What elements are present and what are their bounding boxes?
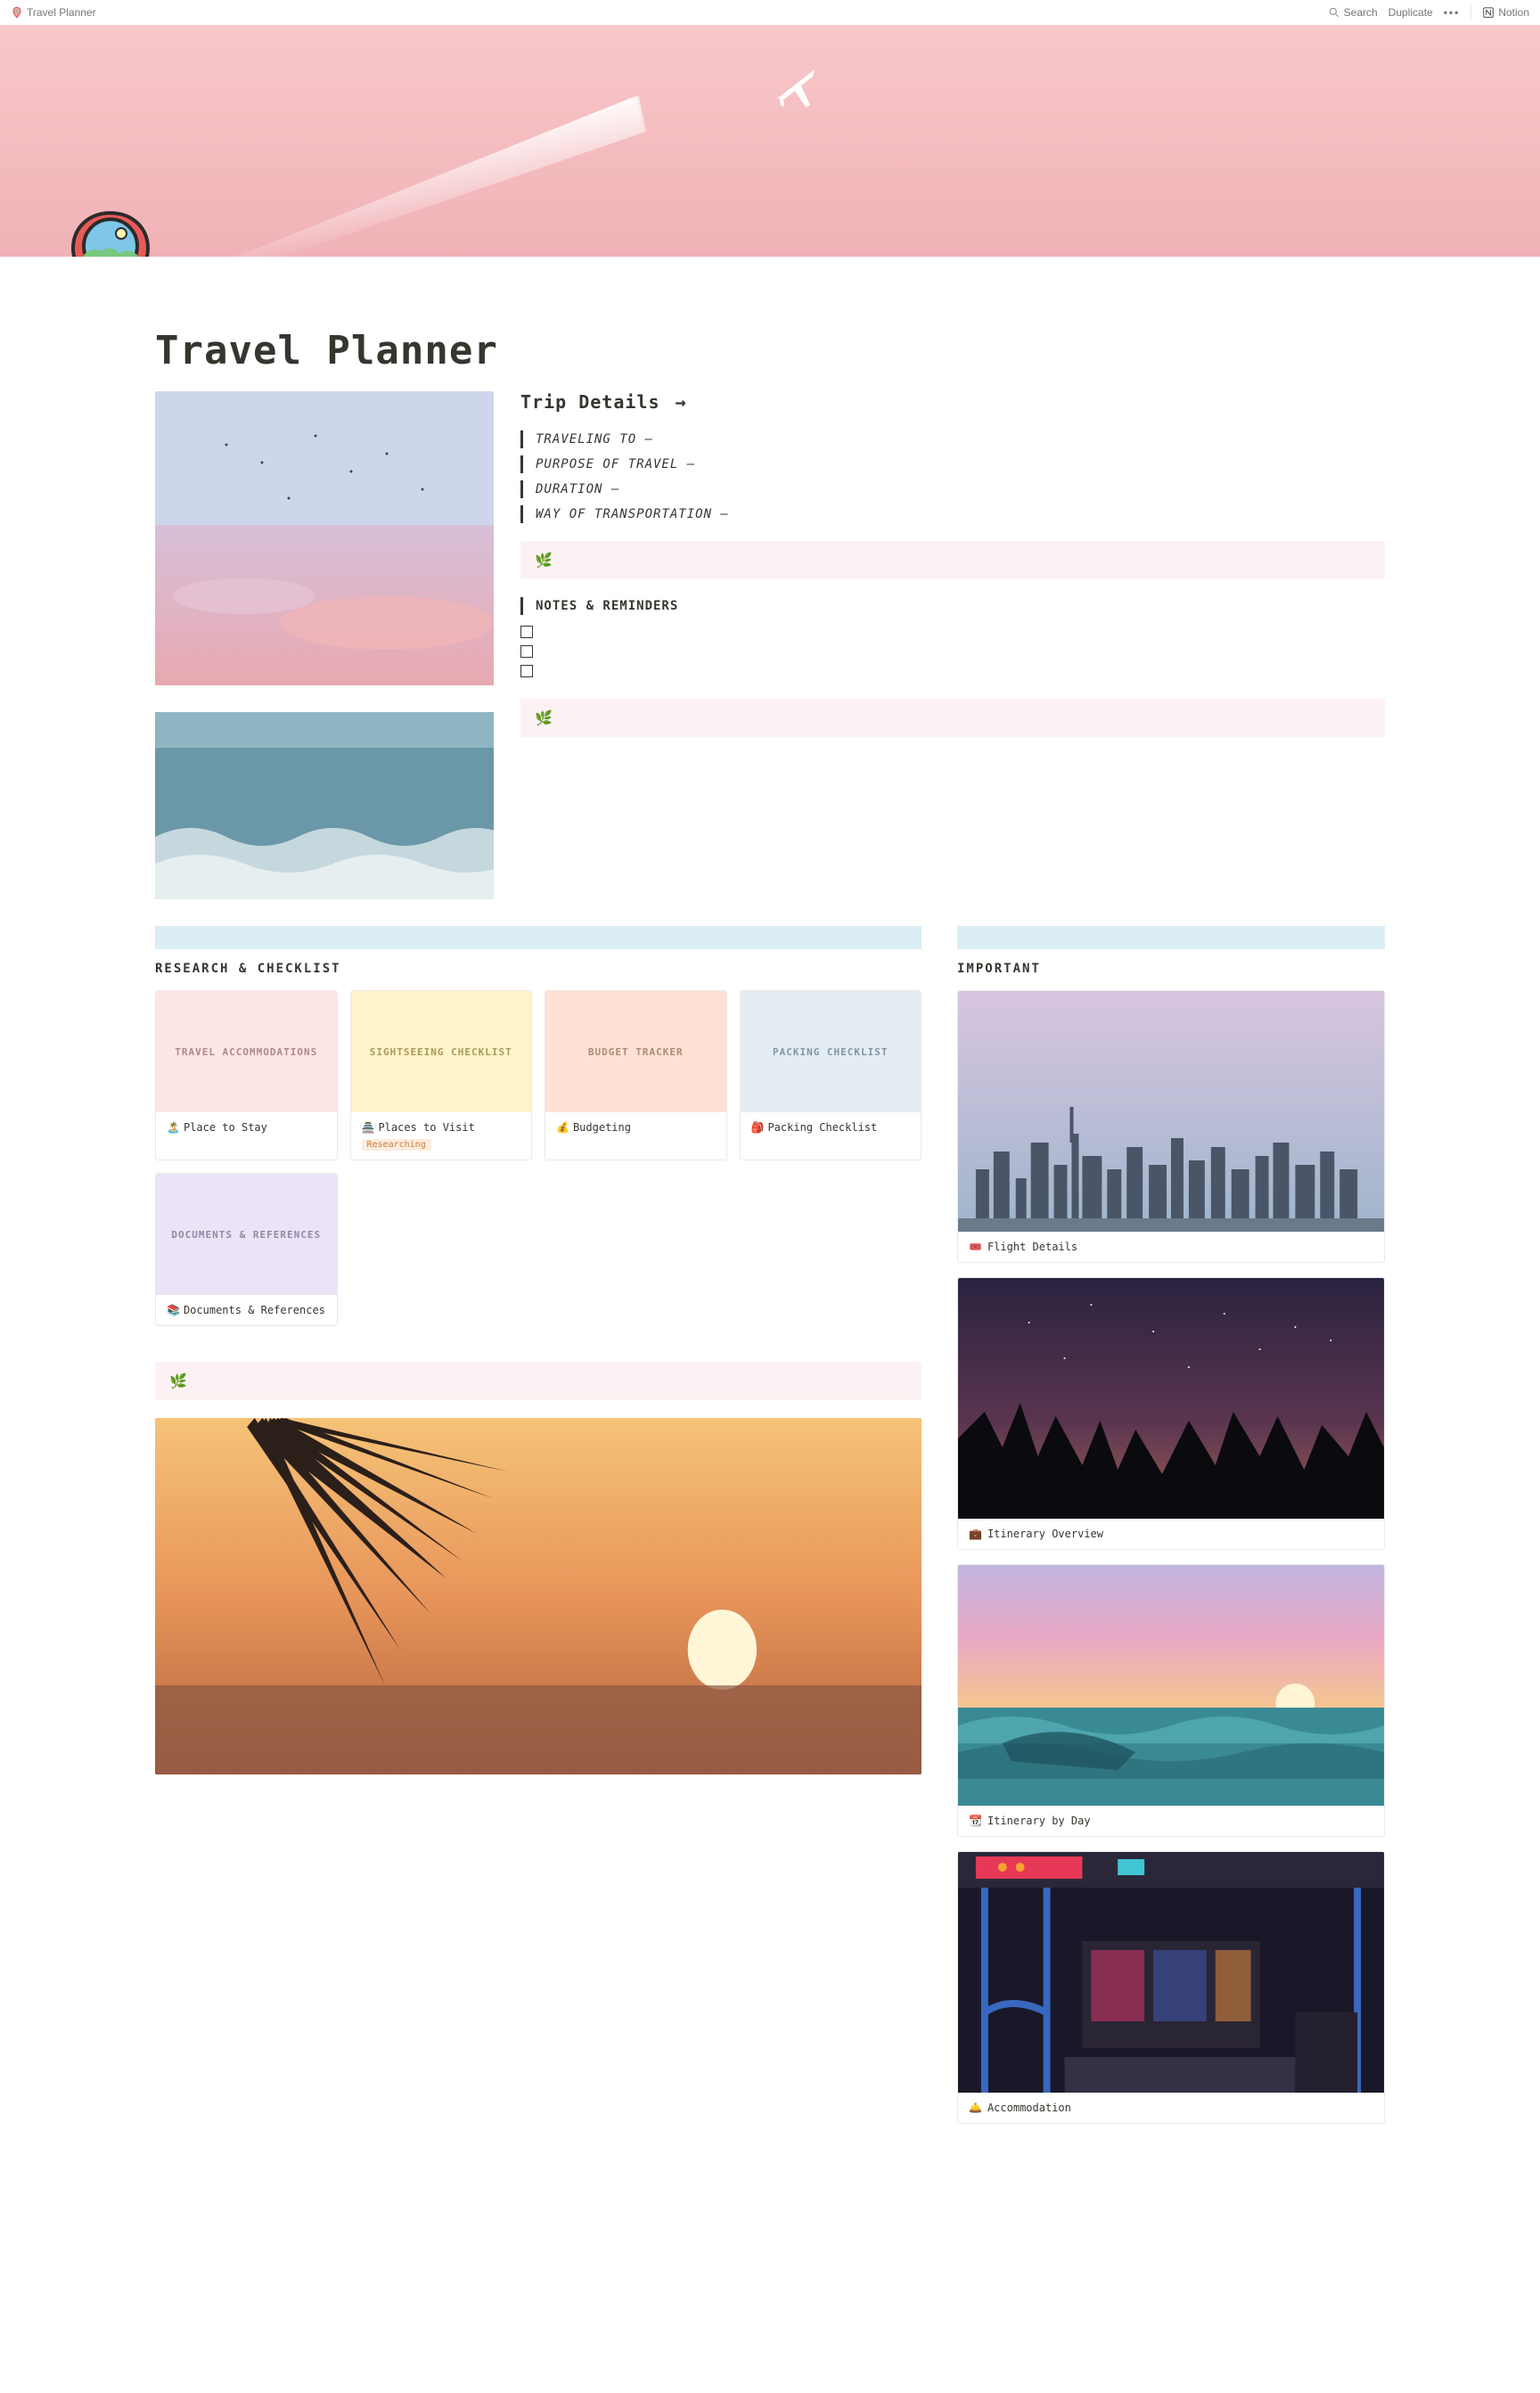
important-card-body: 🎟️ Flight Details xyxy=(958,1232,1384,1262)
research-card[interactable]: SIGHTSEEING CHECKLIST 🏯Places to Visit Res… xyxy=(350,990,533,1160)
research-card[interactable]: TRAVEL ACCOMMODATIONS 🏝️ Place to Stay xyxy=(155,990,338,1160)
card-tag: Researching xyxy=(362,1139,431,1151)
important-card-title: Itinerary by Day xyxy=(987,1815,1091,1827)
important-card-image xyxy=(958,1565,1384,1806)
todo-item[interactable] xyxy=(520,661,1385,681)
important-card[interactable]: 🎟️ Flight Details xyxy=(957,990,1385,1263)
important-card-emoji-icon: 🛎️ xyxy=(969,2102,982,2114)
card-body: 🏯Places to Visit Researching xyxy=(351,1112,532,1160)
search-label: Search xyxy=(1344,6,1378,19)
important-card-title: Flight Details xyxy=(987,1241,1077,1253)
callout-top[interactable]: 🌿 xyxy=(520,541,1385,579)
checkbox-icon[interactable] xyxy=(520,665,533,677)
separator xyxy=(1470,5,1471,20)
blue-divider xyxy=(957,926,1385,949)
sunset-image xyxy=(155,1418,922,1774)
notion-label: Notion xyxy=(1498,6,1529,19)
trip-details-heading: Trip Details → xyxy=(520,391,1385,413)
duplicate-label: Duplicate xyxy=(1388,6,1433,19)
card-title-text: Packing Checklist xyxy=(767,1121,877,1134)
card-title: 🏝️ Place to Stay xyxy=(167,1121,326,1134)
callout-bottom[interactable]: 🌿 xyxy=(520,699,1385,737)
blue-divider xyxy=(155,926,922,949)
important-card-body: 💼 Itinerary Overview xyxy=(958,1519,1384,1549)
important-list: 🎟️ Flight Details 💼 Itinerary Overview 📆 Itin… xyxy=(957,990,1385,2124)
research-card[interactable]: BUDGET TRACKER 💰 Budgeting xyxy=(545,990,727,1160)
airplane-icon xyxy=(770,61,823,114)
field-purpose[interactable]: PURPOSE OF TRAVEL — xyxy=(520,455,1385,473)
card-cover: BUDGET TRACKER xyxy=(545,991,726,1112)
important-card-title: Accommodation xyxy=(987,2102,1071,2114)
important-card-body: 📆 Itinerary by Day xyxy=(958,1806,1384,1836)
checkbox-icon[interactable] xyxy=(520,626,533,638)
notion-button[interactable]: Notion xyxy=(1482,6,1529,19)
important-card-emoji-icon: 💼 xyxy=(969,1528,982,1540)
notion-icon xyxy=(1482,6,1495,19)
page-title: Travel Planner xyxy=(155,328,1385,373)
card-emoji-icon: 🎒 xyxy=(751,1121,765,1134)
important-heading: IMPORTANT xyxy=(957,962,1385,976)
research-card[interactable]: PACKING CHECKLIST 🎒Packing Checklist xyxy=(740,990,922,1160)
cover-image xyxy=(0,25,1540,257)
important-card-emoji-icon: 📆 xyxy=(969,1815,982,1827)
card-title-text: Places to Visit xyxy=(378,1121,474,1134)
important-card-image xyxy=(958,1852,1384,2093)
card-title-text: Place to Stay xyxy=(184,1121,267,1134)
card-body: 💰 Budgeting xyxy=(545,1112,726,1143)
research-card[interactable]: DOCUMENTS & REFERENCES 📚 Documents & Refer… xyxy=(155,1173,338,1326)
pin-icon xyxy=(11,6,23,19)
important-card-image xyxy=(958,1278,1384,1519)
important-card-emoji-icon: 🎟️ xyxy=(969,1241,982,1253)
trip-details-heading-text: Trip Details xyxy=(520,391,660,413)
important-card-title: Itinerary Overview xyxy=(987,1528,1103,1540)
checkbox-icon[interactable] xyxy=(520,645,533,658)
card-title: 💰 Budgeting xyxy=(556,1121,716,1134)
research-gallery: TRAVEL ACCOMMODATIONS 🏝️ Place to Stay SIGH… xyxy=(155,990,922,1326)
hero-image xyxy=(155,391,494,899)
field-transportation[interactable]: WAY OF TRANSPORTATION — xyxy=(520,505,1385,523)
important-card[interactable]: 🛎️ Accommodation xyxy=(957,1851,1385,2124)
duplicate-button[interactable]: Duplicate xyxy=(1388,6,1433,19)
card-body: 🏝️ Place to Stay xyxy=(156,1112,337,1143)
card-title: 🏯Places to Visit xyxy=(362,1121,521,1134)
card-cover: PACKING CHECKLIST xyxy=(741,991,922,1112)
important-card[interactable]: 💼 Itinerary Overview xyxy=(957,1277,1385,1550)
card-title: 🎒Packing Checklist xyxy=(751,1121,911,1134)
card-cover: SIGHTSEEING CHECKLIST xyxy=(351,991,532,1112)
research-heading: RESEARCH & CHECKLIST xyxy=(155,962,922,976)
search-icon xyxy=(1328,6,1340,19)
breadcrumb[interactable]: Travel Planner xyxy=(11,6,96,19)
important-card[interactable]: 📆 Itinerary by Day xyxy=(957,1564,1385,1837)
card-body: 📚 Documents & References xyxy=(156,1295,337,1325)
breadcrumb-label: Travel Planner xyxy=(27,6,96,19)
callout-mid[interactable]: 🌿 xyxy=(155,1362,922,1400)
important-card-image xyxy=(958,991,1384,1232)
card-title: 📚 Documents & References xyxy=(167,1304,326,1316)
page-icon[interactable] xyxy=(66,209,155,257)
card-body: 🎒Packing Checklist xyxy=(741,1112,922,1143)
todo-item[interactable] xyxy=(520,642,1385,661)
card-cover: DOCUMENTS & REFERENCES xyxy=(156,1174,337,1295)
search-button[interactable]: Search xyxy=(1328,6,1378,19)
card-emoji-icon: 🏝️ xyxy=(167,1121,180,1134)
card-emoji-icon: 🏯 xyxy=(362,1121,375,1134)
arrow-right-icon: → xyxy=(676,391,687,413)
field-duration[interactable]: DURATION — xyxy=(520,480,1385,498)
notes-heading: NOTES & REMINDERS xyxy=(520,597,1385,615)
card-emoji-icon: 💰 xyxy=(556,1121,569,1134)
field-traveling-to[interactable]: TRAVELING TO — xyxy=(520,430,1385,448)
card-title-text: Budgeting xyxy=(573,1121,631,1134)
important-card-body: 🛎️ Accommodation xyxy=(958,2093,1384,2123)
more-button[interactable]: ••• xyxy=(1444,6,1461,19)
topbar: Travel Planner Search Duplicate ••• Noti… xyxy=(0,0,1540,25)
card-title-text: Documents & References xyxy=(184,1304,325,1316)
todo-item[interactable] xyxy=(520,622,1385,642)
card-emoji-icon: 📚 xyxy=(167,1304,180,1316)
card-cover: TRAVEL ACCOMMODATIONS xyxy=(156,991,337,1112)
